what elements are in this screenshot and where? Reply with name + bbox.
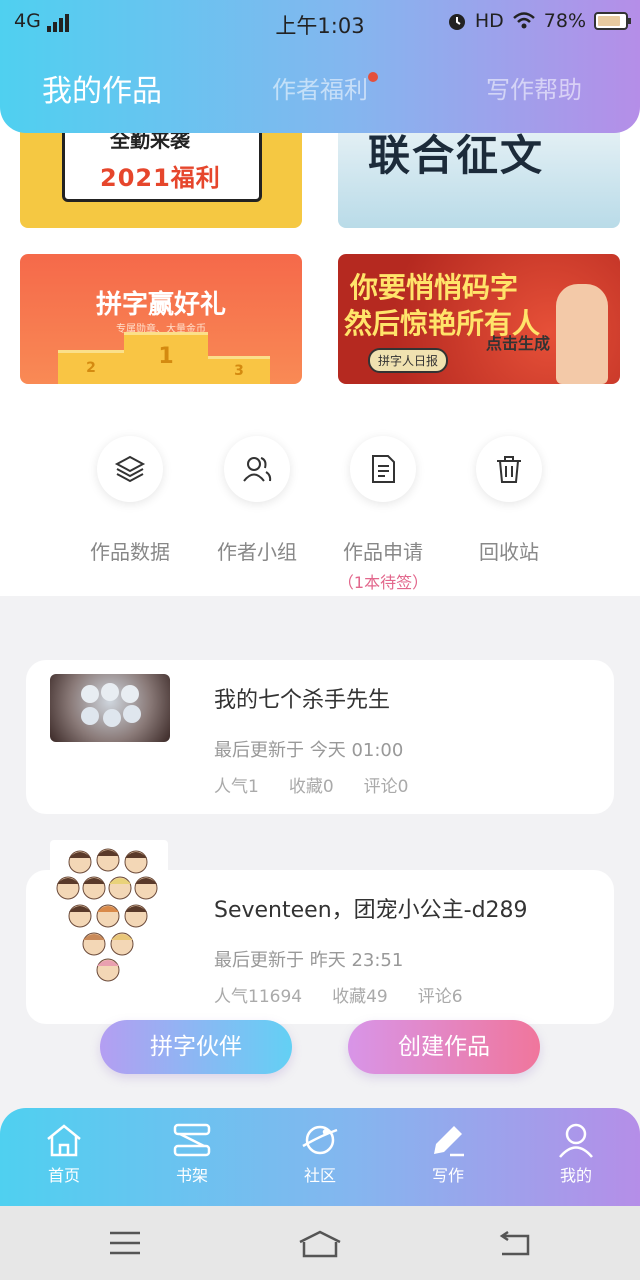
nav-profile[interactable]: 我的 (526, 1122, 626, 1186)
action-work-data[interactable]: 作品数据 (60, 436, 200, 565)
tab-writing-help[interactable]: 写作帮助 (486, 70, 582, 105)
podium-second: 2 (58, 350, 124, 384)
menu-icon[interactable] (108, 1230, 142, 1256)
status-right: HD 78% (447, 10, 631, 32)
nav-label: 首页 (47, 1166, 80, 1185)
work-title: 我的七个杀手先生 (214, 688, 391, 713)
user-icon (559, 1123, 593, 1158)
planet-icon (302, 1125, 338, 1155)
back-icon[interactable] (498, 1230, 532, 1258)
banner-title: 拼字赢好礼 (95, 290, 226, 320)
action-label: 作者小组 (217, 540, 297, 564)
layers-icon (97, 436, 163, 502)
action-work-application[interactable]: 作品申请 （1本待签） (313, 436, 453, 593)
action-recycle-bin[interactable]: 回收站 (439, 436, 579, 565)
battery-percent: 78% (543, 10, 586, 32)
banner-attendance[interactable]: 全勤来袭 2021福利 (20, 120, 302, 228)
work-title: Seventeen，团宠小公主-d289 (214, 898, 528, 923)
pending-sign-count: （1本待签） (337, 573, 429, 592)
work-cover (50, 840, 168, 1000)
work-card[interactable]: 我的七个杀手先生 最后更新于 今天 01:00 人气1 收藏0 评论0 (26, 660, 614, 814)
popularity-count: 人气11694 (214, 987, 303, 1007)
create-work-button[interactable]: 创建作品 (348, 1020, 540, 1074)
action-label: 作品数据 (90, 540, 170, 564)
banner-subtitle: 2021福利 (100, 164, 221, 192)
work-stats: 人气1 收藏0 评论0 (214, 772, 408, 797)
popularity-count: 人气1 (214, 777, 259, 797)
group-icon (224, 436, 290, 502)
banner-daily[interactable]: 你要悄悄码字 然后惊艳所有人 拼字人日报 点击生成 (338, 254, 620, 384)
action-author-group[interactable]: 作者小组 (187, 436, 327, 565)
banner-pill: 拼字人日报 (368, 348, 449, 373)
action-label: 回收站 (479, 540, 539, 564)
tab-my-works[interactable]: 我的作品 (42, 66, 162, 110)
battery-icon (594, 12, 631, 30)
home-system-icon[interactable] (298, 1230, 342, 1258)
promo-banners: 全勤来袭 2021福利 联合征文 拼字赢好礼 专属勋章、大量金币 2 1 3 你… (0, 100, 640, 392)
nav-label: 书架 (175, 1166, 208, 1185)
status-bar: 4G 上午1:03 HD 78% (0, 8, 640, 38)
comments-count: 评论6 (417, 987, 463, 1007)
favorites-count: 收藏0 (288, 777, 334, 797)
bottom-nav: 首页 书架 社区 写作 我的 (0, 1108, 640, 1206)
nav-community[interactable]: 社区 (270, 1122, 370, 1186)
nav-home[interactable]: 首页 (14, 1122, 114, 1186)
nav-write[interactable]: 写作 (398, 1122, 498, 1186)
fist-illustration (556, 284, 608, 384)
banner-cta: 点击生成 (486, 334, 551, 353)
comments-count: 评论0 (363, 777, 409, 797)
podium-third: 3 (208, 356, 270, 384)
alarm-icon (448, 14, 465, 30)
pen-icon (434, 1126, 464, 1157)
tab-author-benefits[interactable]: 作者福利 (272, 70, 368, 105)
work-cover (50, 674, 170, 742)
podium-first: 1 (124, 332, 208, 384)
wifi-icon (512, 12, 535, 29)
banner-rewards[interactable]: 拼字赢好礼 专属勋章、大量金币 2 1 3 (20, 254, 302, 384)
system-nav-bar (0, 1206, 640, 1280)
banner-line-1: 你要悄悄码字 (350, 271, 519, 304)
quick-actions: 作品数据 作者小组 作品申请 （1本待签） 回收站 (0, 392, 640, 596)
work-stats: 人气11694 收藏49 评论6 (214, 982, 463, 1007)
nav-label: 我的 (559, 1166, 592, 1185)
home-icon (47, 1124, 81, 1157)
nav-label: 写作 (431, 1166, 464, 1185)
work-updated: 最后更新于 昨天 23:51 (214, 950, 404, 971)
header-tabs: 我的作品 作者福利 写作帮助 (0, 70, 640, 114)
document-icon (350, 436, 416, 502)
favorites-count: 收藏49 (332, 987, 388, 1007)
action-label: 作品申请 (343, 540, 423, 564)
nav-bookshelf[interactable]: 书架 (142, 1122, 242, 1186)
partner-button[interactable]: 拼字伙伴 (100, 1020, 292, 1074)
work-updated: 最后更新于 今天 01:00 (214, 740, 404, 761)
app-header: 4G 上午1:03 HD 78% 我的作品 作者福利 写作帮助 (0, 0, 640, 133)
banner-contest[interactable]: 联合征文 (338, 120, 620, 228)
notification-dot (368, 72, 378, 82)
hd-indicator: HD (474, 10, 504, 32)
bookshelf-icon (173, 1123, 211, 1157)
nav-label: 社区 (303, 1166, 336, 1185)
trash-icon (476, 436, 542, 502)
